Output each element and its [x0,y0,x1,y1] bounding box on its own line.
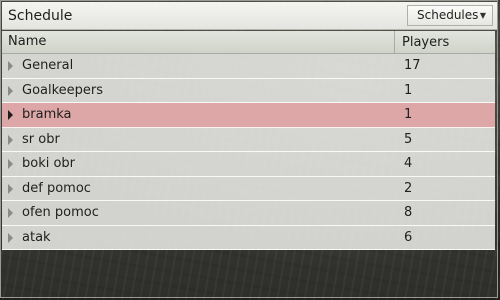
title-bar: Schedule Schedules ▼ [2,2,497,30]
table-row[interactable]: boki obr 4 [2,152,495,177]
row-players: 1 [404,82,413,98]
row-name: General [22,58,74,73]
chevron-right-icon[interactable] [8,134,13,145]
column-divider [394,31,395,53]
table-row[interactable]: atak 6 [2,225,495,250]
row-name: sr obr [22,131,60,147]
chevron-right-icon[interactable] [8,85,13,96]
table-row[interactable]: ofen pomoc 8 [2,201,495,226]
row-players: 8 [404,205,413,220]
chevron-right-icon[interactable] [8,183,13,194]
row-name: def pomoc [22,180,91,196]
column-header-players[interactable]: Players [402,35,449,50]
table-row[interactable]: Goalkeepers 1 [2,78,495,103]
chevron-right-icon[interactable] [8,232,13,243]
table-row-selected[interactable]: bramka 1 [2,103,495,128]
row-players: 17 [404,58,421,73]
table-row[interactable]: def pomoc 2 [2,176,495,201]
chevron-right-icon[interactable] [8,61,13,71]
row-name: atak [22,229,51,245]
row-players: 6 [404,229,413,245]
schedules-dropdown-label: Schedules [417,8,479,22]
row-name: bramka [22,107,72,122]
row-players: 5 [404,131,413,147]
schedules-dropdown-button[interactable]: Schedules ▼ [407,5,493,26]
row-name: boki obr [22,156,76,171]
column-header-name[interactable]: Name [8,34,46,49]
row-name: Goalkeepers [22,82,104,98]
row-players: 1 [404,107,413,122]
chevron-right-icon[interactable] [8,159,13,169]
table-row[interactable]: sr obr 5 [2,127,495,152]
table-row[interactable]: General 17 [2,54,495,79]
row-players: 2 [404,180,413,196]
schedule-panel: Schedule Schedules ▼ Name Players Genera… [0,0,498,298]
row-players: 4 [404,156,413,171]
row-name: ofen pomoc [22,205,99,220]
chevron-right-icon[interactable] [8,208,13,218]
chevron-right-icon[interactable] [8,110,13,120]
panel-title: Schedule [8,8,73,24]
chevron-down-icon: ▼ [479,11,486,20]
table-header: Name Players [2,31,495,54]
schedule-list: General 17 Goalkeepers 1 bramka 1 sr obr… [2,54,495,250]
